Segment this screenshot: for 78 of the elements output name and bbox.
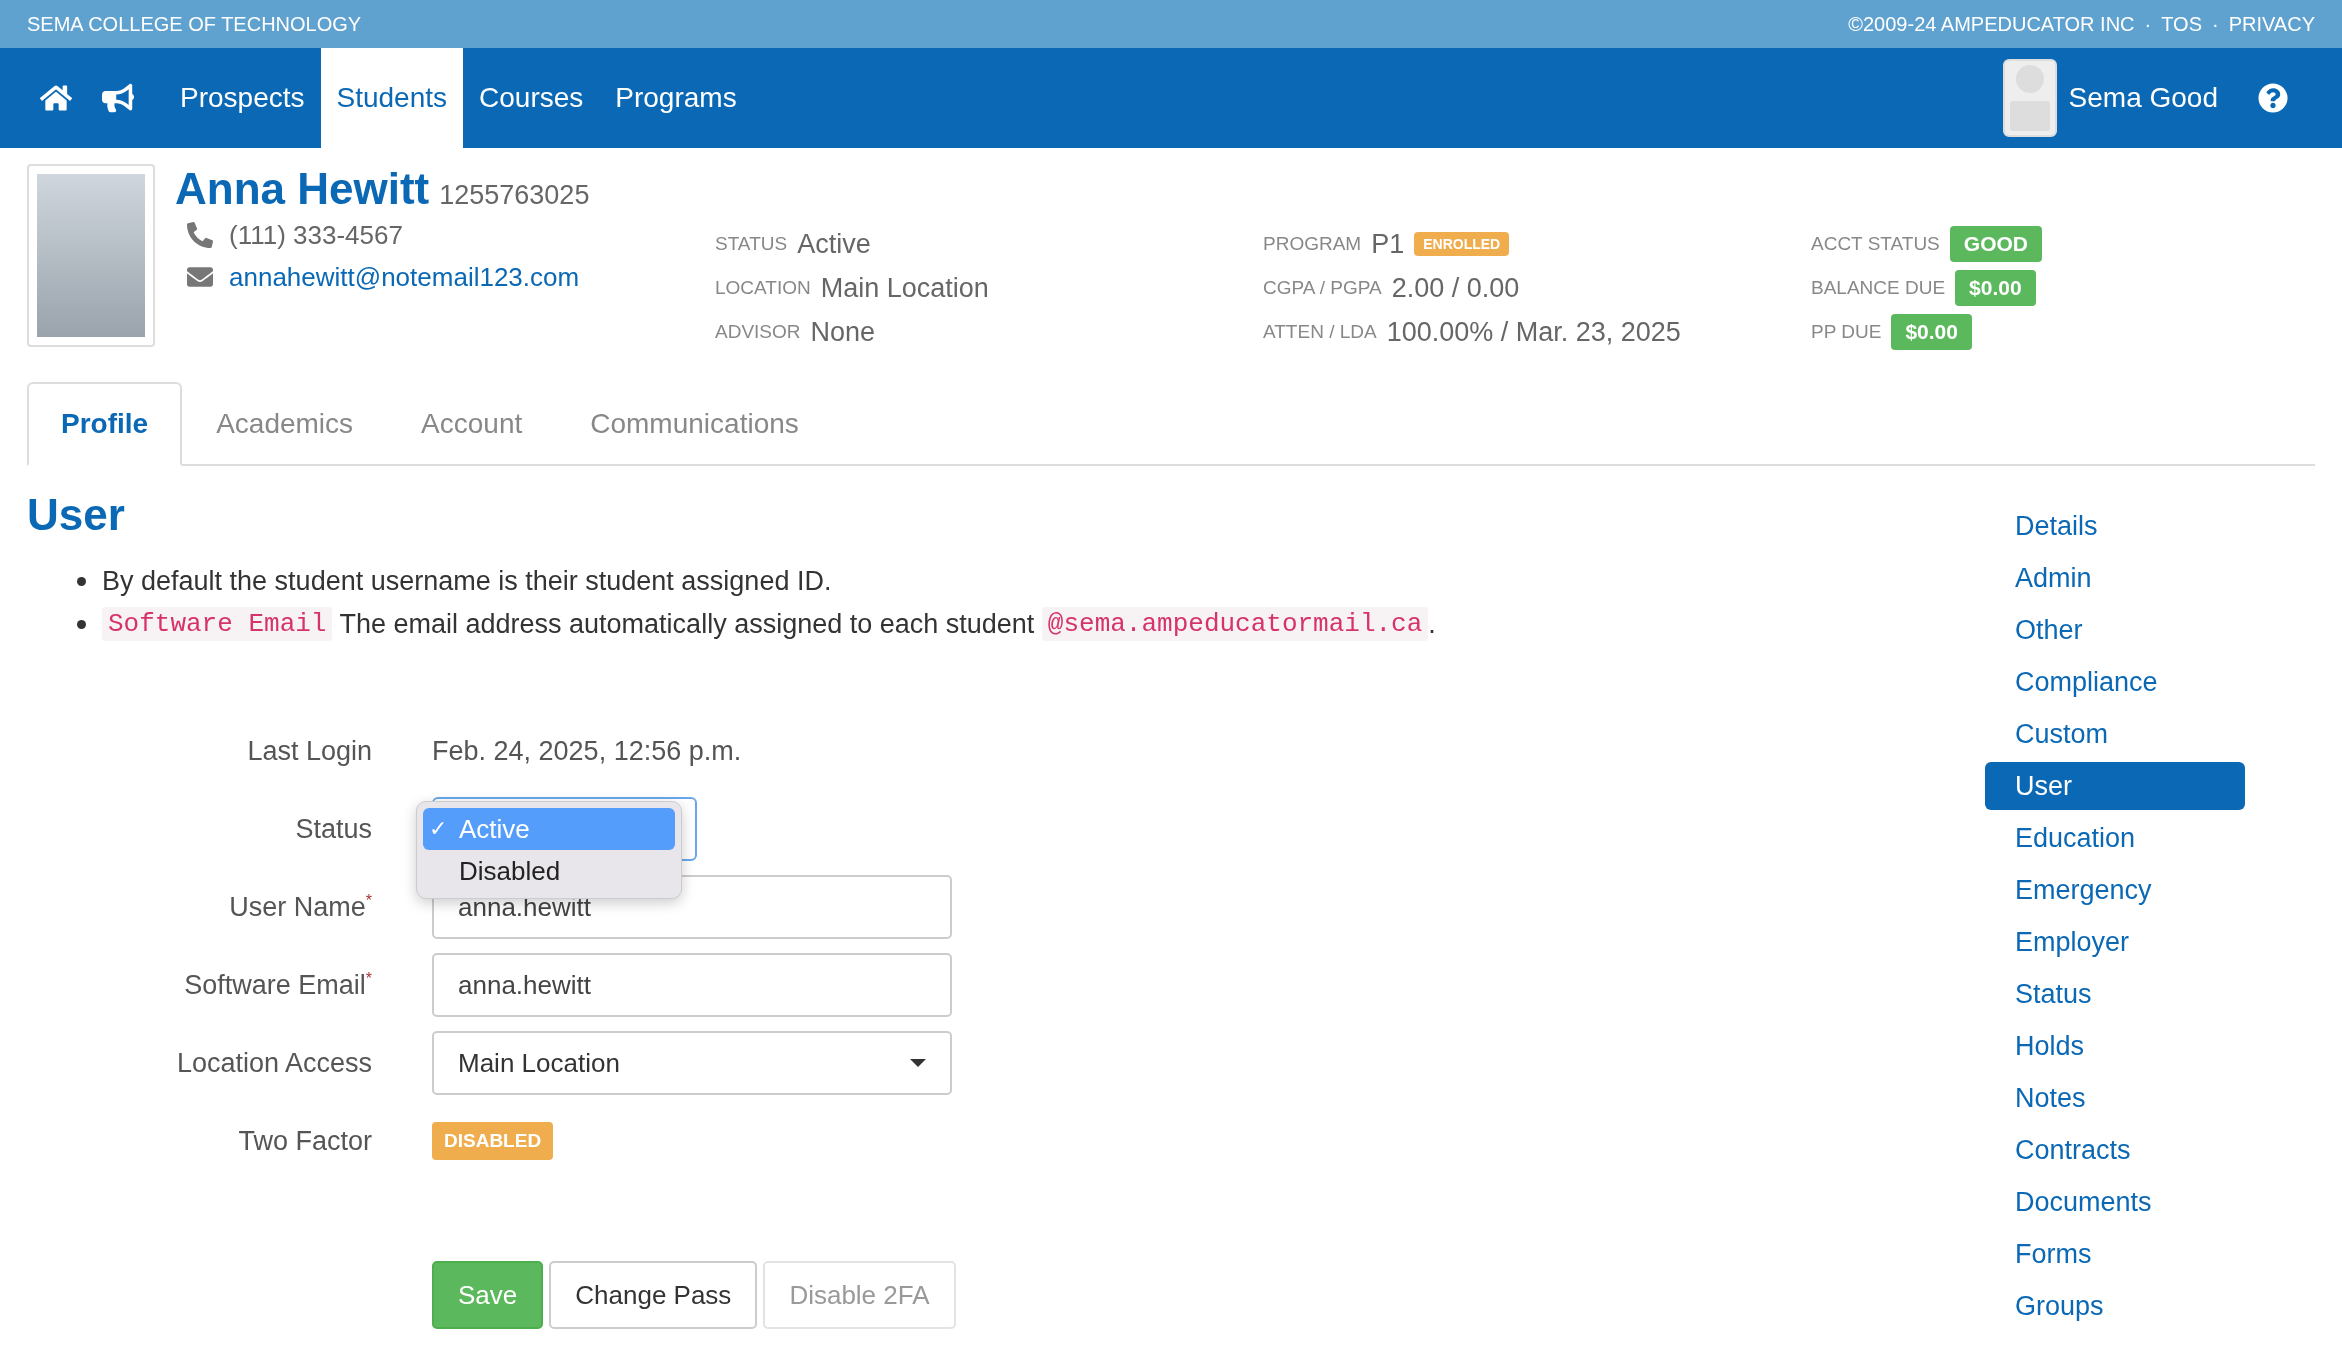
sidebar-item[interactable]: Documents [1985,1178,2245,1226]
code-text: Software Email [102,607,333,641]
nav-item[interactable]: Prospects [164,48,321,148]
info-value: Active [797,228,871,260]
sidebar-item[interactable]: Contracts [1985,1126,2245,1174]
sidebar-item[interactable]: User [1985,762,2245,810]
sidebar-item[interactable]: Holds [1985,1022,2245,1070]
status-badge: $0.00 [1955,270,2036,306]
note-text: By default the student username is their student assigned ID. [102,566,832,597]
info-label: PROGRAM [1263,233,1362,255]
info-label: ADVISOR [715,321,801,343]
sidebar-item[interactable]: Custom [1985,710,2245,758]
field-label: Software Email [184,969,366,1001]
email-link[interactable]: annahewitt@notemail123.com [229,261,580,293]
sidebar-item[interactable]: Emergency [1985,866,2245,914]
tab[interactable]: Profile [27,382,183,466]
section-title: User [27,490,126,540]
help-icon[interactable] [2258,83,2288,113]
user-avatar[interactable] [2002,59,2057,137]
caret-icon [910,1059,926,1067]
info-label: LOCATION [715,277,811,299]
bullet-icon [77,577,86,586]
phone-number: (111) 333-4567 [229,219,403,251]
field-label: Location Access [176,1047,372,1079]
student-name: Anna Hewitt [175,164,430,214]
select-field[interactable]: Main Location [432,1031,952,1095]
separator-dot: · [2212,12,2219,36]
sidebar-item[interactable]: Details [1985,502,2245,550]
input-field[interactable]: anna.hewitt [432,953,952,1017]
sidebar-item[interactable]: Forms [1985,1230,2245,1278]
sidebar-item[interactable]: Other [1985,606,2245,654]
info-label: CGPA / PGPA [1263,277,1382,299]
status-badge: ENROLLED [1414,232,1510,256]
field-label: Two Factor [238,1125,372,1157]
field-label: Last Login [247,735,372,767]
sidebar-item[interactable]: Education [1985,814,2245,862]
two-factor-badge: DISABLED [432,1122,554,1160]
status-badge: $0.00 [1891,314,1972,350]
info-value: Main Location [820,272,989,304]
code-text: @sema.ampeducatormail.ca [1041,607,1429,641]
sidebar-item[interactable]: Employer [1985,918,2245,966]
info-label: BALANCE DUE [1811,277,1946,299]
tab[interactable]: Communications [556,382,833,466]
sidebar-item[interactable]: Notes [1985,1074,2245,1122]
note-text: The email address automatically assigned to each student [338,608,1036,640]
user-name[interactable]: Sema Good [2068,82,2218,114]
required-mark: * [365,969,372,987]
nav-item[interactable]: Students [320,48,464,148]
nav-item[interactable]: Courses [463,48,600,148]
status-badge: GOOD [1949,226,2042,262]
info-label: ACCT STATUS [1811,233,1940,255]
info-label: STATUS [715,233,788,255]
tab[interactable]: Account [387,382,557,466]
bullet-icon [77,619,86,629]
school-name: SEMA COLLEGE OF TECHNOLOGY [27,12,362,36]
info-value: 100.00% / Mar. 23, 2025 [1386,316,1681,348]
sidebar-item[interactable]: Groups [1985,1282,2245,1330]
nav-item[interactable]: Programs [599,48,753,148]
info-label: ATTEN / LDA [1263,321,1377,343]
note-text: . [1428,608,1436,640]
sidebar-item[interactable]: Compliance [1985,658,2245,706]
form-button[interactable]: Change Pass [549,1261,758,1329]
phone-icon [185,222,215,248]
last-login-value: Feb. 24, 2025, 12:56 p.m. [432,735,742,767]
tab[interactable]: Academics [182,382,388,466]
sidebar-item[interactable]: Status [1985,970,2245,1018]
separator-dot: · [2144,12,2152,36]
info-value: P1 [1371,228,1405,260]
copyright-text: ©2009-24 AMPEDUCATOR INC [1848,12,2135,36]
info-value: None [810,316,876,348]
student-id: 1255763025 [439,180,590,211]
field-label: Status [295,813,372,845]
envelope-icon [185,264,215,290]
required-mark: * [365,891,372,909]
sidebar-item[interactable]: Admin [1985,554,2245,602]
info-value: 2.00 / 0.00 [1391,272,1520,304]
field-label: User Name [229,891,366,923]
info-label: PP DUE [1811,321,1882,343]
